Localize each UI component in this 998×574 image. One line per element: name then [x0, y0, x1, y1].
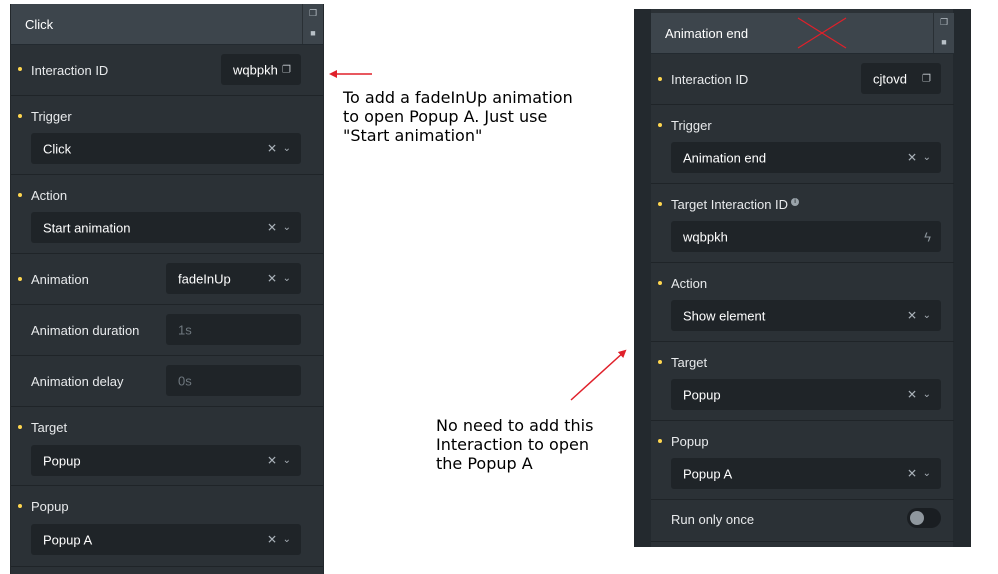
annotation-overlay	[329, 17, 847, 401]
arrow-to-right-panel	[570, 349, 627, 401]
